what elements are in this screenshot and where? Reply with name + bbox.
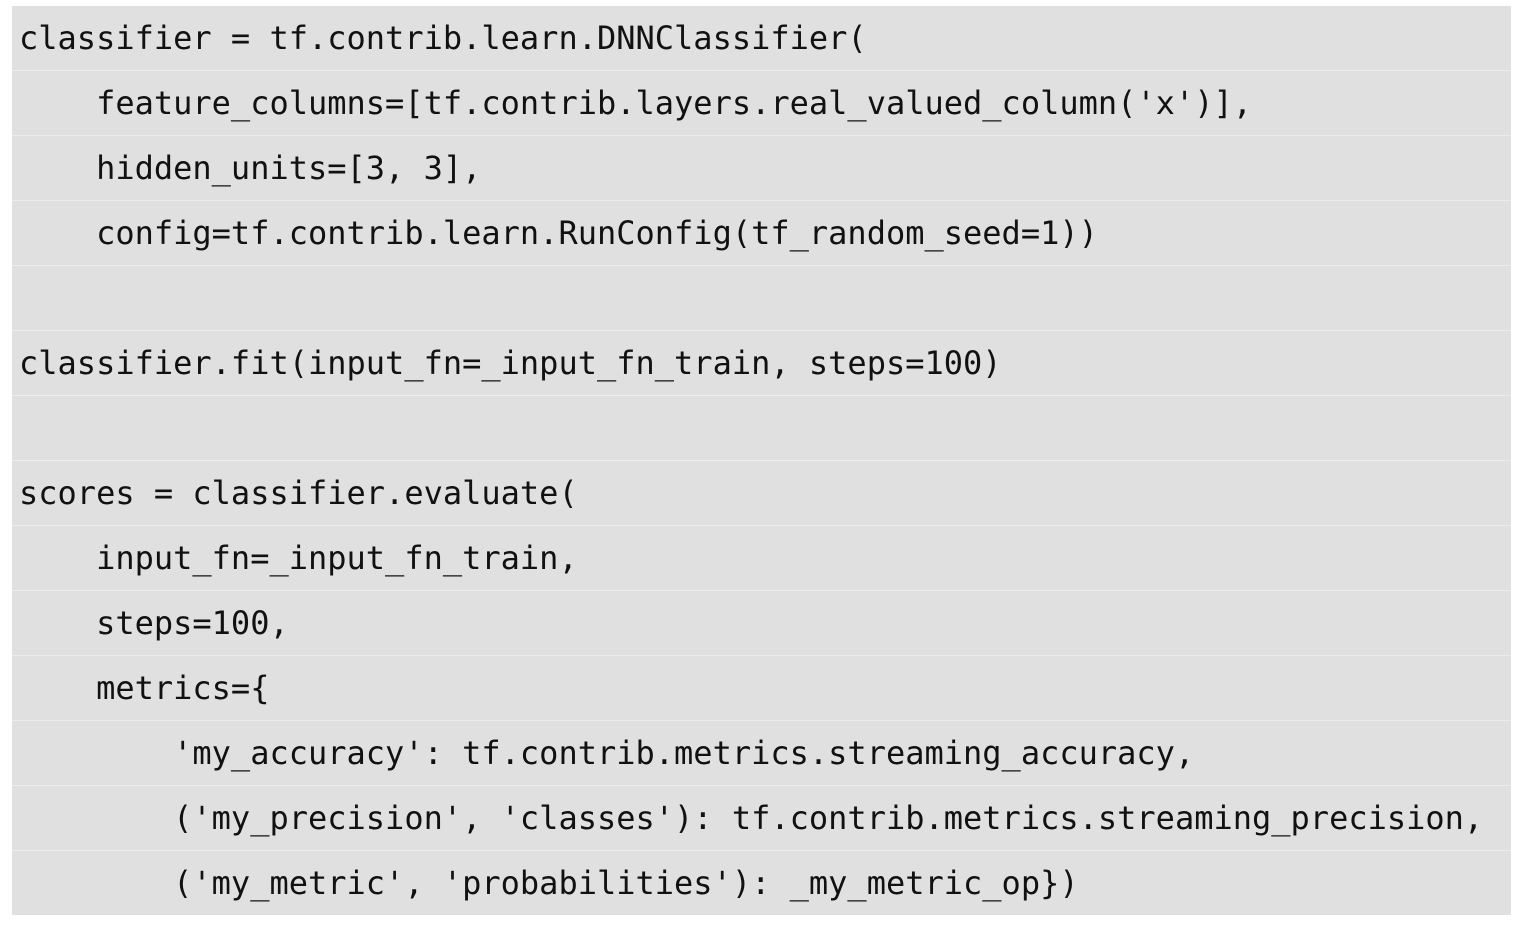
code-line-text: feature_columns=[tf.contrib.layers.real_… [19, 84, 1252, 122]
code-line-10: steps=100, [12, 591, 1511, 656]
code-line-7 [12, 396, 1511, 461]
code-line-13: ('my_precision', 'classes'): tf.contrib.… [12, 786, 1511, 851]
code-line-text: 'my_accuracy': tf.contrib.metrics.stream… [19, 734, 1195, 772]
code-line-text: hidden_units=[3, 3], [19, 149, 482, 187]
code-line-text: input_fn=_input_fn_train, [19, 539, 578, 577]
code-line-8: scores = classifier.evaluate( [12, 461, 1511, 526]
code-line-text: ('my_precision', 'classes'): tf.contrib.… [19, 799, 1484, 837]
code-line-6: classifier.fit(input_fn=_input_fn_train,… [12, 331, 1511, 396]
code-line-9: input_fn=_input_fn_train, [12, 526, 1511, 591]
code-block: classifier = tf.contrib.learn.DNNClassif… [12, 6, 1511, 915]
code-line-text: metrics={ [19, 669, 270, 707]
code-line-text: config=tf.contrib.learn.RunConfig(tf_ran… [19, 214, 1098, 252]
code-line-5 [12, 266, 1511, 331]
code-line-text: steps=100, [19, 604, 289, 642]
code-line-2: feature_columns=[tf.contrib.layers.real_… [12, 71, 1511, 136]
code-line-3: hidden_units=[3, 3], [12, 136, 1511, 201]
code-line-12: 'my_accuracy': tf.contrib.metrics.stream… [12, 721, 1511, 786]
code-line-text: scores = classifier.evaluate( [19, 474, 578, 512]
code-line-text: classifier = tf.contrib.learn.DNNClassif… [19, 19, 867, 57]
code-line-14: ('my_metric', 'probabilities'): _my_metr… [12, 851, 1511, 916]
code-line-4: config=tf.contrib.learn.RunConfig(tf_ran… [12, 201, 1511, 266]
code-line-text: ('my_metric', 'probabilities'): _my_metr… [19, 864, 1079, 902]
code-line-text: classifier.fit(input_fn=_input_fn_train,… [19, 344, 1002, 382]
code-line-11: metrics={ [12, 656, 1511, 721]
code-line-1: classifier = tf.contrib.learn.DNNClassif… [12, 6, 1511, 71]
